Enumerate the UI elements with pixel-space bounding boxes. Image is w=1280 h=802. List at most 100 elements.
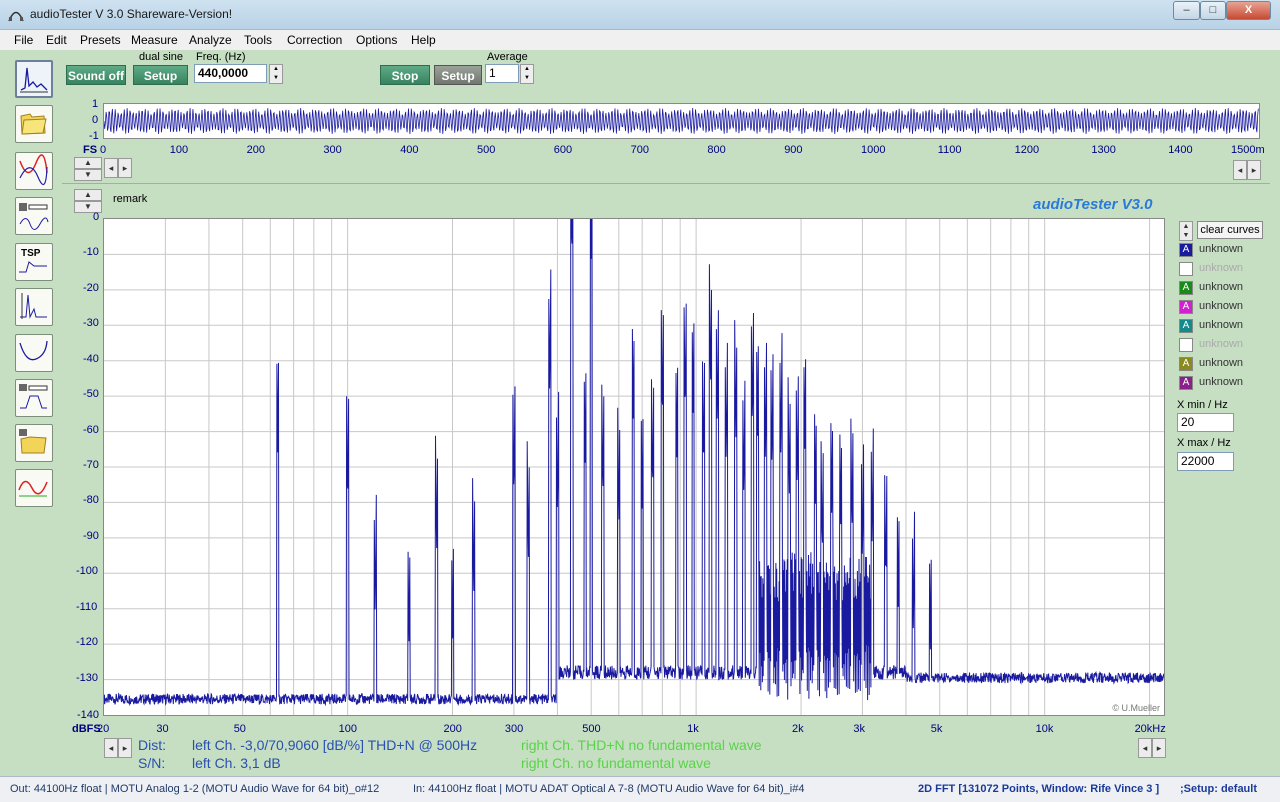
spectrum-ytick: -80 bbox=[83, 494, 99, 507]
remark-label: remark bbox=[113, 193, 148, 205]
legend-row[interactable]: unknown bbox=[1179, 262, 1269, 278]
spectrum-xtick: 50 bbox=[233, 723, 246, 735]
sound-off-button[interactable]: Sound off bbox=[66, 65, 126, 85]
impedance-icon[interactable] bbox=[15, 334, 53, 372]
spectrum-ytick: -70 bbox=[83, 459, 99, 471]
status-input: In: 44100Hz float | MOTU ADAT Optical A … bbox=[413, 783, 805, 795]
spectrum-ytick: -110 bbox=[76, 600, 98, 613]
analyzer-setup-button[interactable]: Setup bbox=[434, 65, 482, 85]
menu-options[interactable]: Options bbox=[356, 33, 397, 47]
legend-row[interactable]: unknown bbox=[1179, 338, 1269, 354]
spectrum-ytick: -130 bbox=[76, 671, 99, 684]
xmin-label: X min / Hz bbox=[1177, 399, 1228, 411]
menu-presets[interactable]: Presets bbox=[80, 33, 121, 47]
status-fft: 2D FFT [131072 Points, Window: Rife Vinc… bbox=[918, 783, 1160, 795]
legend-color-swatch[interactable] bbox=[1179, 338, 1193, 352]
spec-right-scroll-left-button[interactable]: ◂ bbox=[1138, 738, 1152, 758]
scope-icon[interactable] bbox=[15, 197, 53, 235]
waveform-icon[interactable] bbox=[15, 469, 53, 507]
wave-zoom-up-button[interactable]: ▲ bbox=[74, 157, 102, 169]
spectrum-xtick: 2k bbox=[792, 723, 804, 735]
spec-scroll-right-button[interactable]: ▸ bbox=[118, 738, 132, 758]
legend-color-swatch[interactable]: A bbox=[1179, 319, 1193, 333]
generator-setup-button[interactable]: Setup bbox=[133, 65, 188, 85]
wave-zoom-down-button[interactable]: ▼ bbox=[74, 169, 102, 181]
menu-analyze[interactable]: Analyze bbox=[189, 33, 232, 47]
legend-stepper[interactable]: ▲ ▼ bbox=[1179, 221, 1193, 241]
spectrum-xtick: 10k bbox=[1035, 723, 1054, 735]
title-bar: audioTester V 3.0 Shareware-Version! – □… bbox=[0, 0, 1280, 30]
folder-compare-icon[interactable] bbox=[15, 424, 53, 462]
menu-edit[interactable]: Edit bbox=[46, 33, 67, 47]
minimize-button[interactable]: – bbox=[1173, 1, 1200, 20]
wave-xtick: 300 bbox=[323, 144, 342, 156]
waveform-view[interactable] bbox=[103, 103, 1260, 139]
legend-color-swatch[interactable]: A bbox=[1179, 357, 1193, 371]
spectrum-ytick: -60 bbox=[83, 423, 99, 436]
legend-row[interactable]: Aunknown bbox=[1179, 243, 1269, 259]
spectrum-xtick: 3k bbox=[853, 723, 866, 735]
menu-measure[interactable]: Measure bbox=[131, 33, 178, 47]
spec-scroll-left-button[interactable]: ◂ bbox=[104, 738, 118, 758]
window-title: audioTester V 3.0 Shareware-Version! bbox=[30, 7, 233, 21]
dist-label: Dist: bbox=[138, 737, 166, 753]
frequency-response-icon[interactable] bbox=[15, 152, 53, 190]
spectrum-xtick: 20 bbox=[97, 723, 110, 735]
xmax-input[interactable]: 22000 bbox=[1177, 452, 1234, 471]
brand-label: audioTester V3.0 bbox=[1033, 196, 1153, 213]
spectrum-ytick: -50 bbox=[83, 388, 99, 401]
sn-label: S/N: bbox=[138, 755, 166, 771]
tsp-icon[interactable]: TSP bbox=[15, 243, 53, 281]
legend-color-swatch[interactable] bbox=[1179, 262, 1193, 276]
fft-tool-icon[interactable] bbox=[15, 60, 53, 98]
thd-icon[interactable] bbox=[15, 288, 53, 326]
wave-xtick: 0 bbox=[100, 144, 107, 156]
spec-right-scroll-right-button[interactable]: ▸ bbox=[1152, 738, 1166, 758]
filter-icon[interactable] bbox=[15, 379, 53, 417]
wave-xtick: 1000 bbox=[861, 144, 886, 156]
folder-open-icon[interactable] bbox=[15, 105, 53, 143]
spectrum-xtick: 500 bbox=[582, 723, 601, 735]
spectrum-zoom-up-button[interactable]: ▲ bbox=[74, 189, 102, 201]
menu-file[interactable]: File bbox=[14, 33, 33, 47]
frequency-stepper[interactable]: ▲ ▼ bbox=[269, 64, 283, 84]
legend-row[interactable]: Aunknown bbox=[1179, 376, 1269, 392]
wave-xtick: 1100 bbox=[937, 144, 962, 156]
legend-color-swatch[interactable]: A bbox=[1179, 300, 1193, 314]
spectrum-graph bbox=[103, 145, 1165, 715]
average-label: Average bbox=[487, 51, 528, 63]
legend-color-swatch[interactable]: A bbox=[1179, 243, 1193, 257]
wave-right-scroll-right-button[interactable]: ▸ bbox=[1247, 160, 1261, 180]
wave-xtick: 400 bbox=[400, 144, 419, 156]
average-input[interactable]: 1 bbox=[485, 64, 519, 83]
clear-curves-button[interactable]: clear curves bbox=[1197, 221, 1263, 239]
wave-xtick: 100 bbox=[169, 144, 189, 156]
menu-tools[interactable]: Tools bbox=[244, 33, 272, 47]
legend-label: unknown bbox=[1199, 357, 1244, 369]
legend-color-swatch[interactable]: A bbox=[1179, 281, 1193, 295]
spectrum-ytick: -120 bbox=[76, 636, 99, 649]
menu-correction[interactable]: Correction bbox=[287, 33, 342, 47]
spectrum-ytick: -100 bbox=[76, 565, 99, 578]
legend-label: unknown bbox=[1199, 376, 1244, 388]
xmin-input[interactable]: 20 bbox=[1177, 413, 1234, 432]
legend-row[interactable]: Aunknown bbox=[1179, 319, 1269, 335]
legend-color-swatch[interactable]: A bbox=[1179, 376, 1193, 390]
spectrum-plot[interactable]: © U.Mueller bbox=[103, 145, 1165, 716]
average-stepper[interactable]: ▲ ▼ bbox=[520, 64, 534, 84]
waveform-trace bbox=[103, 107, 1259, 135]
wave-scroll-right-button[interactable]: ▸ bbox=[118, 158, 132, 178]
stop-button[interactable]: Stop bbox=[380, 65, 430, 85]
spectrum-ytick: -40 bbox=[83, 352, 99, 365]
legend-row[interactable]: Aunknown bbox=[1179, 281, 1269, 297]
menu-help[interactable]: Help bbox=[411, 33, 436, 47]
frequency-input[interactable]: 440,0000 bbox=[194, 64, 267, 83]
wave-right-scroll-left-button[interactable]: ◂ bbox=[1233, 160, 1247, 180]
close-button[interactable]: X bbox=[1226, 1, 1271, 20]
legend-row[interactable]: Aunknown bbox=[1179, 300, 1269, 316]
legend-row[interactable]: Aunknown bbox=[1179, 357, 1269, 373]
maximize-button[interactable]: □ bbox=[1200, 1, 1226, 20]
wave-scroll-left-button[interactable]: ◂ bbox=[104, 158, 118, 178]
xmax-label: X max / Hz bbox=[1177, 437, 1231, 449]
dist-left-value: left Ch. -3,0/70,9060 [dB/%] THD+N @ 500… bbox=[192, 737, 478, 753]
